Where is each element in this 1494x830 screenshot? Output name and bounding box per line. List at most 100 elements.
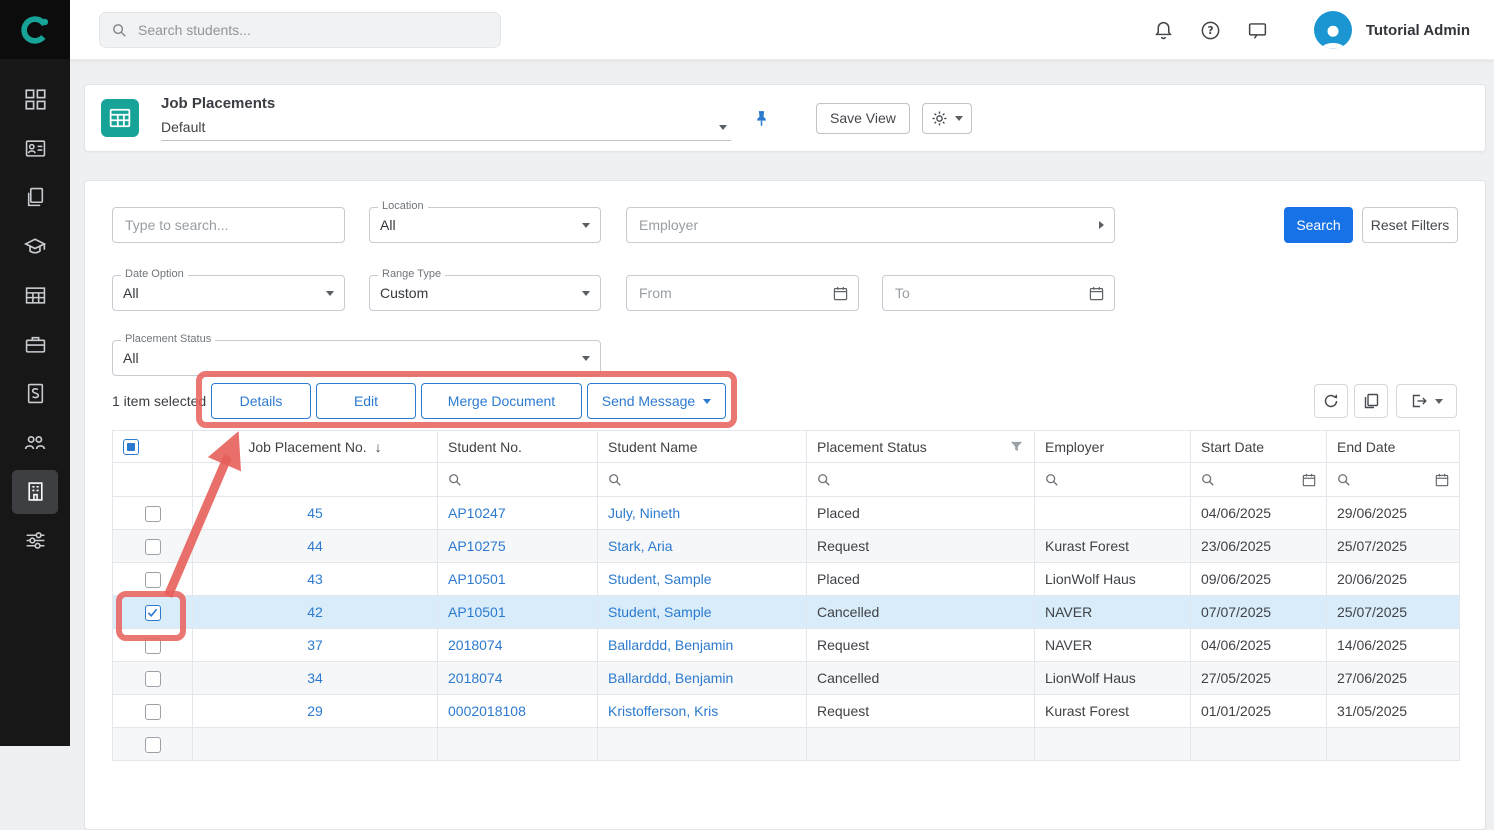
send-message-button[interactable]: Send Message — [587, 383, 726, 419]
select-all-checkbox[interactable] — [123, 439, 139, 455]
sidebar-item-contacts[interactable] — [0, 124, 70, 173]
save-view-button[interactable]: Save View — [816, 103, 910, 134]
details-button[interactable]: Details — [211, 383, 311, 419]
employer-combobox[interactable] — [626, 207, 1115, 243]
job-placement-no-link[interactable]: 29 — [307, 703, 323, 719]
user-avatar[interactable] — [1314, 11, 1352, 49]
to-date-picker[interactable] — [882, 275, 1115, 311]
view-select[interactable]: Default — [161, 119, 731, 141]
employer-input[interactable] — [637, 216, 1099, 234]
sidebar-item-job-placements[interactable] — [0, 467, 70, 516]
sidebar-item-tables[interactable] — [0, 271, 70, 320]
student-name-link[interactable]: Ballarddd, Benjamin — [608, 637, 733, 653]
job-placement-no-link[interactable]: 45 — [307, 505, 323, 521]
reset-filters-button[interactable]: Reset Filters — [1362, 207, 1458, 243]
column-search-icon[interactable] — [448, 473, 462, 487]
date-option-value: All — [123, 285, 139, 301]
calendar-icon[interactable] — [1302, 473, 1316, 487]
global-search[interactable] — [99, 12, 501, 48]
search-button[interactable]: Search — [1284, 207, 1353, 243]
sidebar-item-settings[interactable] — [0, 516, 70, 565]
search-icon — [112, 23, 127, 38]
messages-icon[interactable] — [1247, 20, 1268, 41]
filter-funnel-icon[interactable] — [1009, 439, 1024, 454]
col-header-student-no[interactable]: Student No. — [448, 439, 522, 455]
global-search-input[interactable] — [136, 21, 488, 39]
brand-swirl-icon — [18, 13, 52, 47]
job-placement-no-link[interactable]: 44 — [307, 538, 323, 554]
row-checkbox[interactable] — [145, 638, 161, 654]
row-checkbox[interactable] — [145, 572, 161, 588]
student-no-link[interactable]: AP10501 — [448, 571, 506, 587]
calendar-icon[interactable] — [1435, 473, 1449, 487]
student-no-link[interactable]: 2018074 — [448, 670, 503, 686]
col-header-end-date[interactable]: End Date — [1337, 439, 1395, 455]
student-no-link[interactable]: 0002018108 — [448, 703, 526, 719]
row-checkbox[interactable] — [145, 671, 161, 687]
column-search-icon[interactable] — [1045, 473, 1059, 487]
student-name-link[interactable]: Kristofferson, Kris — [608, 703, 718, 719]
column-search-icon[interactable] — [1337, 473, 1351, 487]
keyword-filter-input[interactable] — [123, 216, 334, 234]
sidebar-item-documents[interactable] — [0, 173, 70, 222]
row-checkbox[interactable] — [145, 506, 161, 522]
row-checkbox[interactable] — [145, 704, 161, 720]
calendar-icon[interactable] — [1089, 286, 1104, 301]
column-search-icon[interactable] — [608, 473, 622, 487]
job-placement-no-link[interactable]: 43 — [307, 571, 323, 587]
sidebar-item-people[interactable] — [0, 418, 70, 467]
placement-status-select[interactable]: Placement Status All — [112, 340, 601, 376]
student-no-link[interactable]: AP10275 — [448, 538, 506, 554]
from-date-input[interactable] — [637, 284, 833, 302]
to-date-input[interactable] — [893, 284, 1089, 302]
column-search-icon[interactable] — [1201, 473, 1215, 487]
sidebar-item-dashboard[interactable] — [0, 75, 70, 124]
contacts-icon — [12, 127, 58, 171]
calendar-icon[interactable] — [833, 286, 848, 301]
date-option-select[interactable]: Date Option All — [112, 275, 345, 311]
placement-status-cell: Placed — [817, 505, 860, 521]
dashboard-icon — [12, 78, 58, 122]
pin-view-icon[interactable] — [753, 110, 770, 127]
col-header-employer[interactable]: Employer — [1045, 439, 1104, 455]
row-checkbox[interactable] — [145, 539, 161, 555]
sidebar-item-billing[interactable] — [0, 369, 70, 418]
view-settings-button[interactable] — [922, 103, 972, 134]
location-select[interactable]: Location All — [369, 207, 601, 243]
col-header-placement-status[interactable]: Placement Status — [817, 439, 927, 455]
sidebar-item-courses[interactable] — [0, 222, 70, 271]
export-button[interactable] — [1396, 384, 1457, 418]
notifications-bell-icon[interactable] — [1153, 20, 1174, 41]
student-name-link[interactable]: Student, Sample — [608, 604, 712, 620]
sidebar-item-employers[interactable] — [0, 320, 70, 369]
col-header-student-name[interactable]: Student Name — [608, 439, 698, 455]
row-checkbox[interactable] — [145, 737, 161, 753]
job-placement-no-link[interactable]: 42 — [307, 604, 323, 620]
job-placement-no-link[interactable]: 34 — [307, 670, 323, 686]
app-logo[interactable] — [0, 0, 70, 59]
col-header-start-date[interactable]: Start Date — [1201, 439, 1264, 455]
merge-document-button[interactable]: Merge Document — [421, 383, 582, 419]
table-row: 290002018108Kristofferson, KrisRequestKu… — [113, 695, 1460, 728]
col-header-job-placement-no[interactable]: Job Placement No. — [248, 439, 366, 455]
person-icon — [1318, 21, 1348, 49]
user-name[interactable]: Tutorial Admin — [1366, 22, 1470, 39]
job-placement-no-link[interactable]: 37 — [307, 637, 323, 653]
keyword-filter[interactable] — [112, 207, 345, 243]
refresh-button[interactable] — [1314, 384, 1348, 418]
range-type-select[interactable]: Range Type Custom — [369, 275, 601, 311]
student-name-link[interactable]: Student, Sample — [608, 571, 712, 587]
column-search-icon[interactable] — [817, 473, 831, 487]
student-no-link[interactable]: AP10501 — [448, 604, 506, 620]
student-name-link[interactable]: July, Nineth — [608, 505, 680, 521]
from-date-picker[interactable] — [626, 275, 859, 311]
student-no-link[interactable]: AP10247 — [448, 505, 506, 521]
start-date-cell: 09/06/2025 — [1201, 571, 1271, 587]
help-icon[interactable]: ? — [1200, 20, 1221, 41]
row-checkbox[interactable] — [145, 605, 161, 621]
student-no-link[interactable]: 2018074 — [448, 637, 503, 653]
copy-button[interactable] — [1354, 384, 1388, 418]
student-name-link[interactable]: Stark, Aria — [608, 538, 673, 554]
student-name-link[interactable]: Ballarddd, Benjamin — [608, 670, 733, 686]
edit-button[interactable]: Edit — [316, 383, 416, 419]
